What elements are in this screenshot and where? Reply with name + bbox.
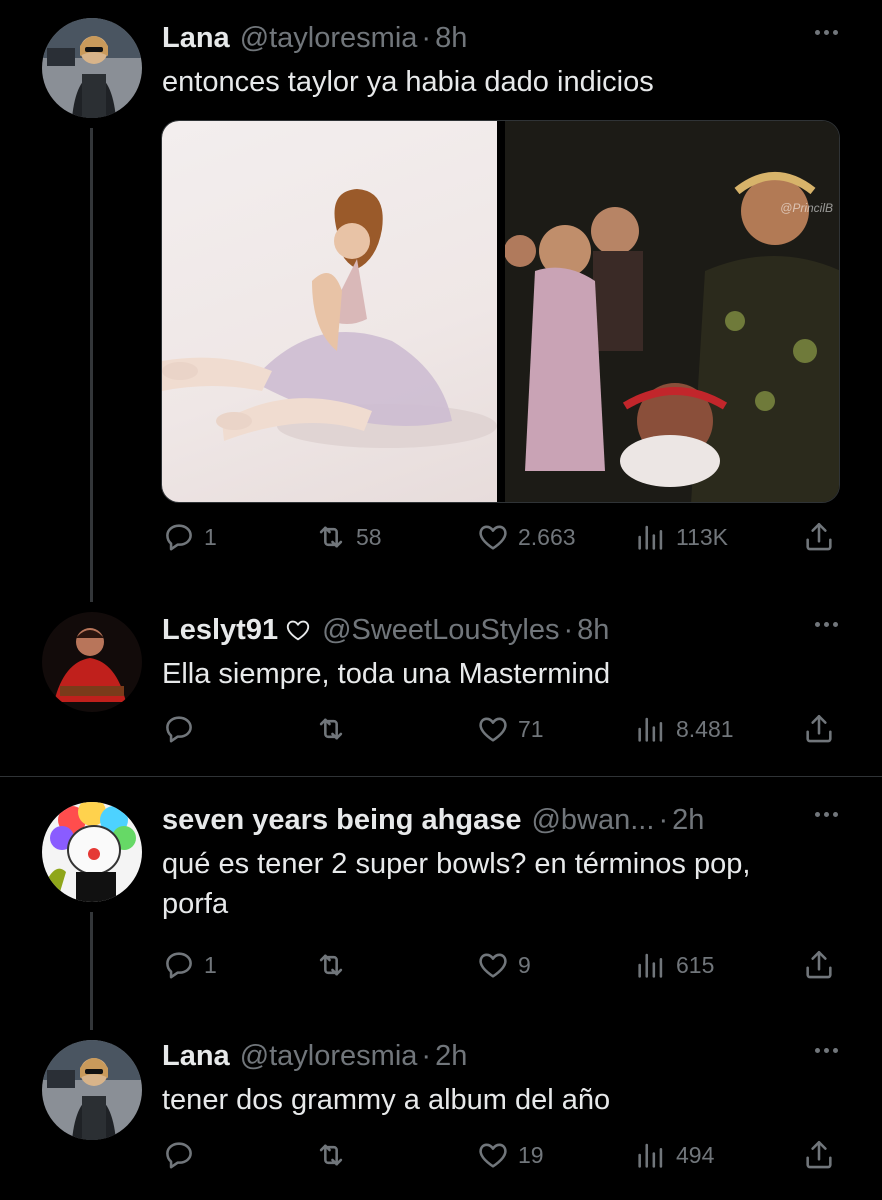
view-count: 494 — [676, 1141, 715, 1168]
reply-button[interactable]: 1 — [162, 520, 217, 554]
views-icon — [634, 712, 668, 746]
retweet-button[interactable] — [314, 1138, 356, 1172]
share-icon — [802, 1138, 836, 1172]
tweet-1[interactable]: Lana @tayloresmia · 8h entonces taylor y… — [0, 18, 882, 578]
timestamp[interactable]: 2h — [672, 804, 704, 837]
reply-icon — [162, 948, 196, 982]
retweet-count: 58 — [356, 523, 382, 550]
reply-button[interactable] — [162, 712, 204, 746]
tweet-actions: 71 8.481 — [162, 712, 842, 752]
tweet-text: Ella siempre, toda una Mastermind — [162, 658, 611, 690]
timestamp[interactable]: 2h — [435, 1040, 467, 1073]
share-button[interactable] — [802, 712, 836, 746]
more-icon[interactable] — [815, 622, 838, 627]
user-handle[interactable]: @SweetLouStyles — [322, 614, 559, 647]
reply-button[interactable]: 1 — [162, 948, 217, 982]
retweet-icon — [314, 948, 348, 982]
view-count: 113K — [676, 523, 729, 550]
timestamp[interactable]: 8h — [577, 614, 609, 647]
media-image-1[interactable] — [162, 121, 497, 502]
display-name[interactable]: Lana — [162, 1040, 230, 1073]
tweet-header: Lana @tayloresmia · 8h — [162, 18, 467, 58]
like-count: 71 — [518, 715, 544, 742]
user-handle[interactable]: @bwan... — [531, 804, 654, 837]
separator: · — [658, 803, 669, 836]
avatar[interactable] — [42, 802, 142, 902]
tweet-text: qué es tener 2 super bowls? en términos … — [162, 848, 751, 920]
views-button[interactable]: 494 — [634, 1138, 714, 1172]
media-image-2[interactable]: @PrincilB — [504, 121, 839, 502]
avatar[interactable] — [42, 1040, 142, 1140]
more-icon[interactable] — [815, 30, 838, 35]
retweet-icon — [314, 520, 348, 554]
display-name[interactable]: seven years being ahgase — [162, 804, 521, 837]
retweet-button[interactable] — [314, 712, 356, 746]
more-icon[interactable] — [815, 1048, 838, 1053]
reply-icon — [162, 712, 196, 746]
separator: · — [421, 1039, 432, 1072]
user-handle[interactable]: @tayloresmia — [240, 1040, 418, 1073]
retweet-button[interactable] — [314, 948, 356, 982]
like-count: 9 — [518, 951, 531, 978]
like-button[interactable]: 19 — [476, 1138, 544, 1172]
share-button[interactable] — [802, 1138, 836, 1172]
avatar[interactable] — [42, 18, 142, 118]
reply-count: 1 — [204, 951, 217, 978]
heart-icon — [476, 712, 510, 746]
share-button[interactable] — [802, 520, 836, 554]
separator: · — [563, 613, 574, 646]
tweet-text: tener dos grammy a album del año — [162, 1084, 611, 1116]
tweet-4[interactable]: Lana @tayloresmia · 2h tener dos grammy … — [0, 1036, 882, 1196]
heart-icon — [476, 948, 510, 982]
heart-icon — [476, 1138, 510, 1172]
views-button[interactable]: 113K — [634, 520, 728, 554]
separator: · — [421, 21, 432, 54]
heart-badge-icon — [286, 620, 310, 641]
tweet-header: Lana @tayloresmia · 2h — [162, 1036, 467, 1076]
user-handle[interactable]: @tayloresmia — [240, 22, 418, 55]
media-watermark: @PrincilB — [780, 201, 833, 215]
views-icon — [634, 948, 668, 982]
share-icon — [802, 712, 836, 746]
like-count: 19 — [518, 1141, 544, 1168]
reply-button[interactable] — [162, 1138, 204, 1172]
tweet-actions: 1 58 2.663 113K — [162, 520, 842, 560]
heart-icon — [476, 520, 510, 554]
display-name[interactable]: Lana — [162, 22, 230, 55]
like-button[interactable]: 71 — [476, 712, 544, 746]
view-count: 615 — [676, 951, 715, 978]
retweet-icon — [314, 712, 348, 746]
like-count: 2.663 — [518, 523, 576, 550]
tweet-header: Leslyt91 @SweetLouStyles · 8h — [162, 610, 609, 650]
tweet-actions: 19 494 — [162, 1138, 842, 1178]
views-button[interactable]: 8.481 — [634, 712, 734, 746]
views-icon — [634, 1138, 668, 1172]
tweet-media[interactable]: @PrincilB — [161, 120, 840, 503]
reply-count: 1 — [204, 523, 217, 550]
share-icon — [802, 520, 836, 554]
reply-icon — [162, 520, 196, 554]
retweet-button[interactable]: 58 — [314, 520, 382, 554]
tweet-text: entonces taylor ya habia dado indicios — [162, 66, 654, 98]
tweet-actions: 1 9 615 — [162, 948, 842, 988]
views-icon — [634, 520, 668, 554]
retweet-icon — [314, 1138, 348, 1172]
tweet-header: seven years being ahgase @bwan... · 2h — [162, 800, 704, 840]
views-button[interactable]: 615 — [634, 948, 714, 982]
avatar[interactable] — [42, 612, 142, 712]
display-name[interactable]: Leslyt91 — [162, 614, 278, 647]
view-count: 8.481 — [676, 715, 734, 742]
share-icon — [802, 948, 836, 982]
divider — [0, 776, 882, 777]
share-button[interactable] — [802, 948, 836, 982]
tweet-3[interactable]: seven years being ahgase @bwan... · 2h q… — [0, 800, 882, 1000]
reply-icon — [162, 1138, 196, 1172]
tweet-2[interactable]: Leslyt91 @SweetLouStyles · 8h Ella siemp… — [0, 610, 882, 770]
like-button[interactable]: 9 — [476, 948, 531, 982]
more-icon[interactable] — [815, 812, 838, 817]
like-button[interactable]: 2.663 — [476, 520, 576, 554]
timestamp[interactable]: 8h — [435, 22, 467, 55]
